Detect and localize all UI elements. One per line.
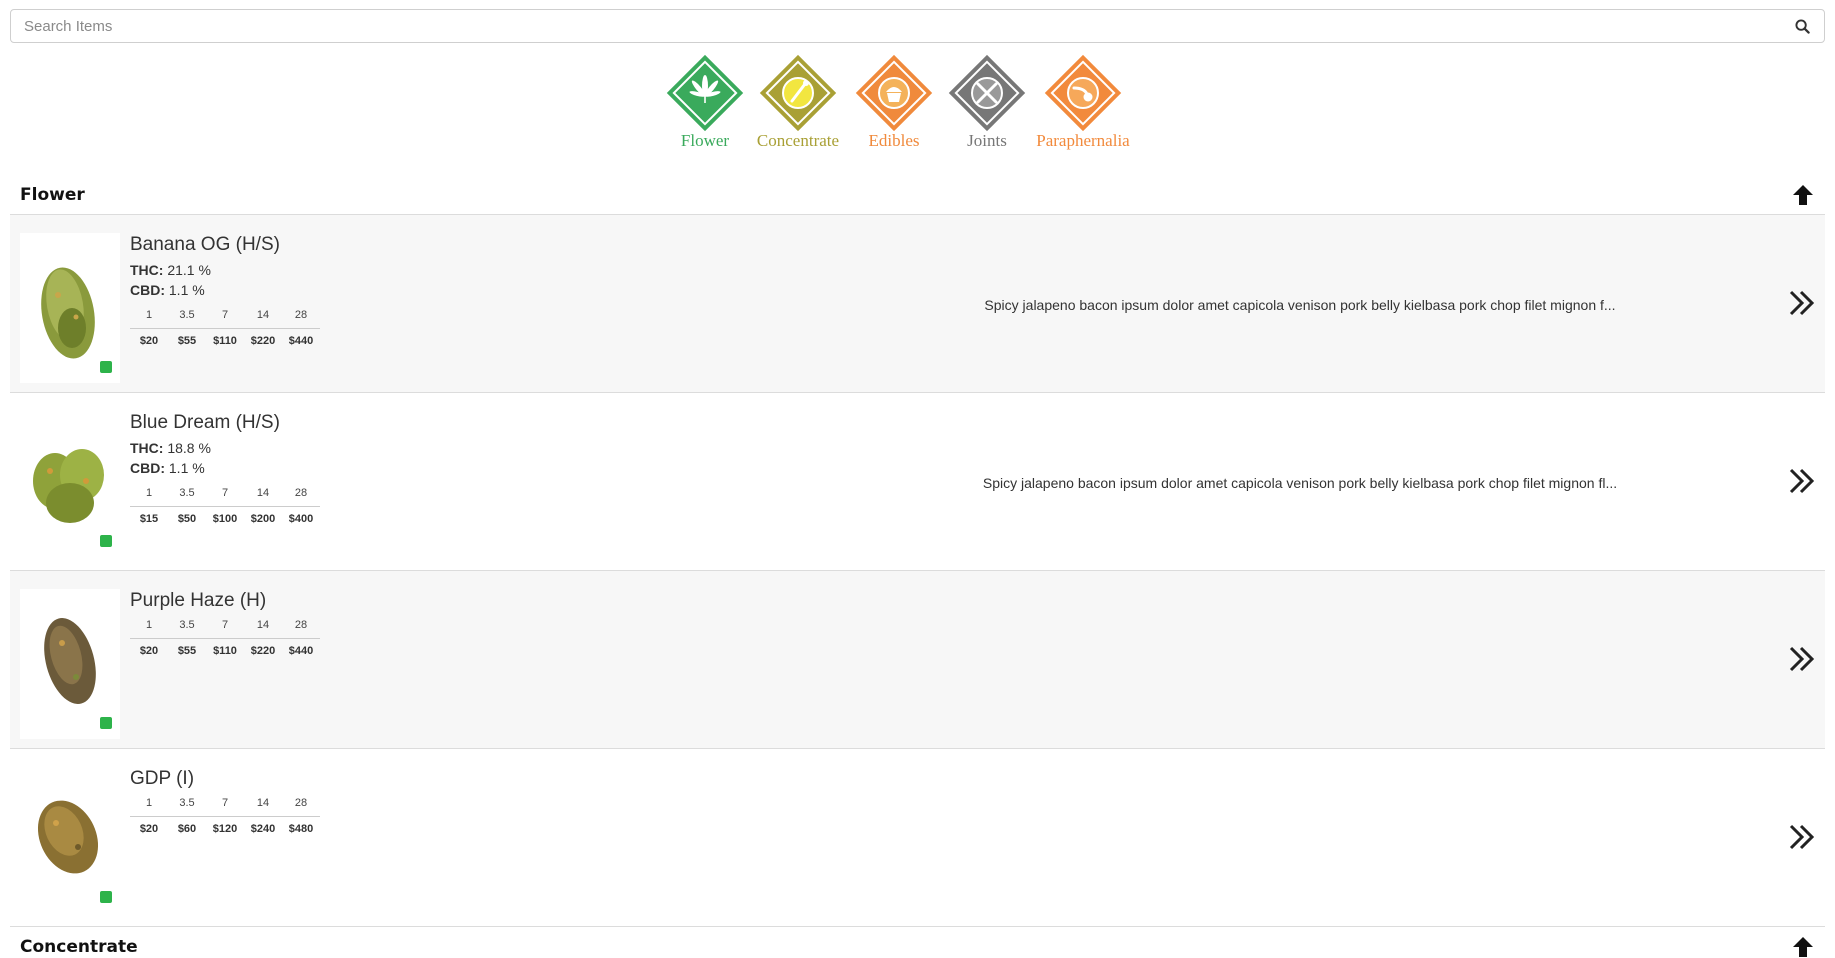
pipe-icon [1044,54,1122,132]
chevron-double-right-icon[interactable] [1787,644,1817,674]
product-name: Banana OG (H/S) [130,234,280,255]
dropper-icon [759,54,837,132]
arrow-up-icon[interactable] [1791,935,1815,958]
product-image [20,589,120,739]
section-title: Flower [20,185,85,205]
product-row[interactable]: Banana OG (H/S) THC: 21.1 % CBD: 1.1 % 1… [10,214,1825,392]
thc-value: THC: 21.1 % [130,262,211,278]
price-table: 1 3.5 7 14 28 $15 $50 $100 $200 $400 [130,481,320,531]
price-table: 1 3.5 7 14 28 $20 $55 $110 $220 $440 [130,613,320,663]
cannabis-leaf-icon [666,54,744,132]
price-table: 1 3.5 7 14 28 $20 $60 $120 $240 $480 [130,791,320,841]
product-row[interactable]: Blue Dream (H/S) THC: 18.8 % CBD: 1.1 % … [10,392,1825,570]
chevron-double-right-icon[interactable] [1787,466,1817,496]
product-row[interactable]: Purple Haze (H) 1 3.5 7 14 28 $20 $55 $110 $220… [10,570,1825,748]
chevron-double-right-icon[interactable] [1787,822,1817,852]
product-image [20,767,120,917]
cbd-value: CBD: 1.1 % [130,460,205,476]
cupcake-icon [855,54,933,132]
thc-value: THC: 18.8 % [130,440,211,456]
product-name: Purple Haze (H) [130,590,267,611]
arrow-up-icon[interactable] [1791,183,1815,207]
price-table: 1 3.5 7 14 28 $20 $55 $110 $220 $440 [130,303,320,353]
product-description: Spicy jalapeno bacon ipsum dolor amet ca… [984,297,1616,313]
cbd-value: CBD: 1.1 % [130,282,205,298]
section-header-concentrate: Concentrate [10,926,1825,958]
category-label: Paraphernalia [1036,131,1130,150]
product-image [20,411,120,561]
chevron-double-right-icon[interactable] [1787,288,1817,318]
joint-icon [948,54,1026,132]
product-row[interactable]: GDP (I) 1 3.5 7 14 28 $20 $60 $120 $240 $480 [10,748,1825,926]
category-nav: Flower Concentrate Edibles Joints Paraph… [650,50,1190,160]
search-input[interactable] [11,10,1780,42]
category-label: Concentrate [756,131,840,150]
search-button[interactable] [1780,10,1824,42]
section-header-flower: Flower [10,173,1825,213]
category-label: Joints [967,131,1007,150]
category-joints[interactable]: Joints [932,50,1042,160]
search-bar [10,9,1825,43]
product-description: Spicy jalapeno bacon ipsum dolor amet ca… [982,475,1618,491]
search-icon [1794,18,1810,34]
section-title: Concentrate [20,937,138,957]
product-image [20,233,120,383]
product-name: GDP (I) [130,768,195,789]
category-paraphernalia[interactable]: Paraphernalia [1028,50,1138,160]
menu-page: Flower Concentrate Edibles [0,0,1835,958]
product-name: Blue Dream (H/S) [130,412,280,433]
category-concentrate[interactable]: Concentrate [743,50,853,160]
